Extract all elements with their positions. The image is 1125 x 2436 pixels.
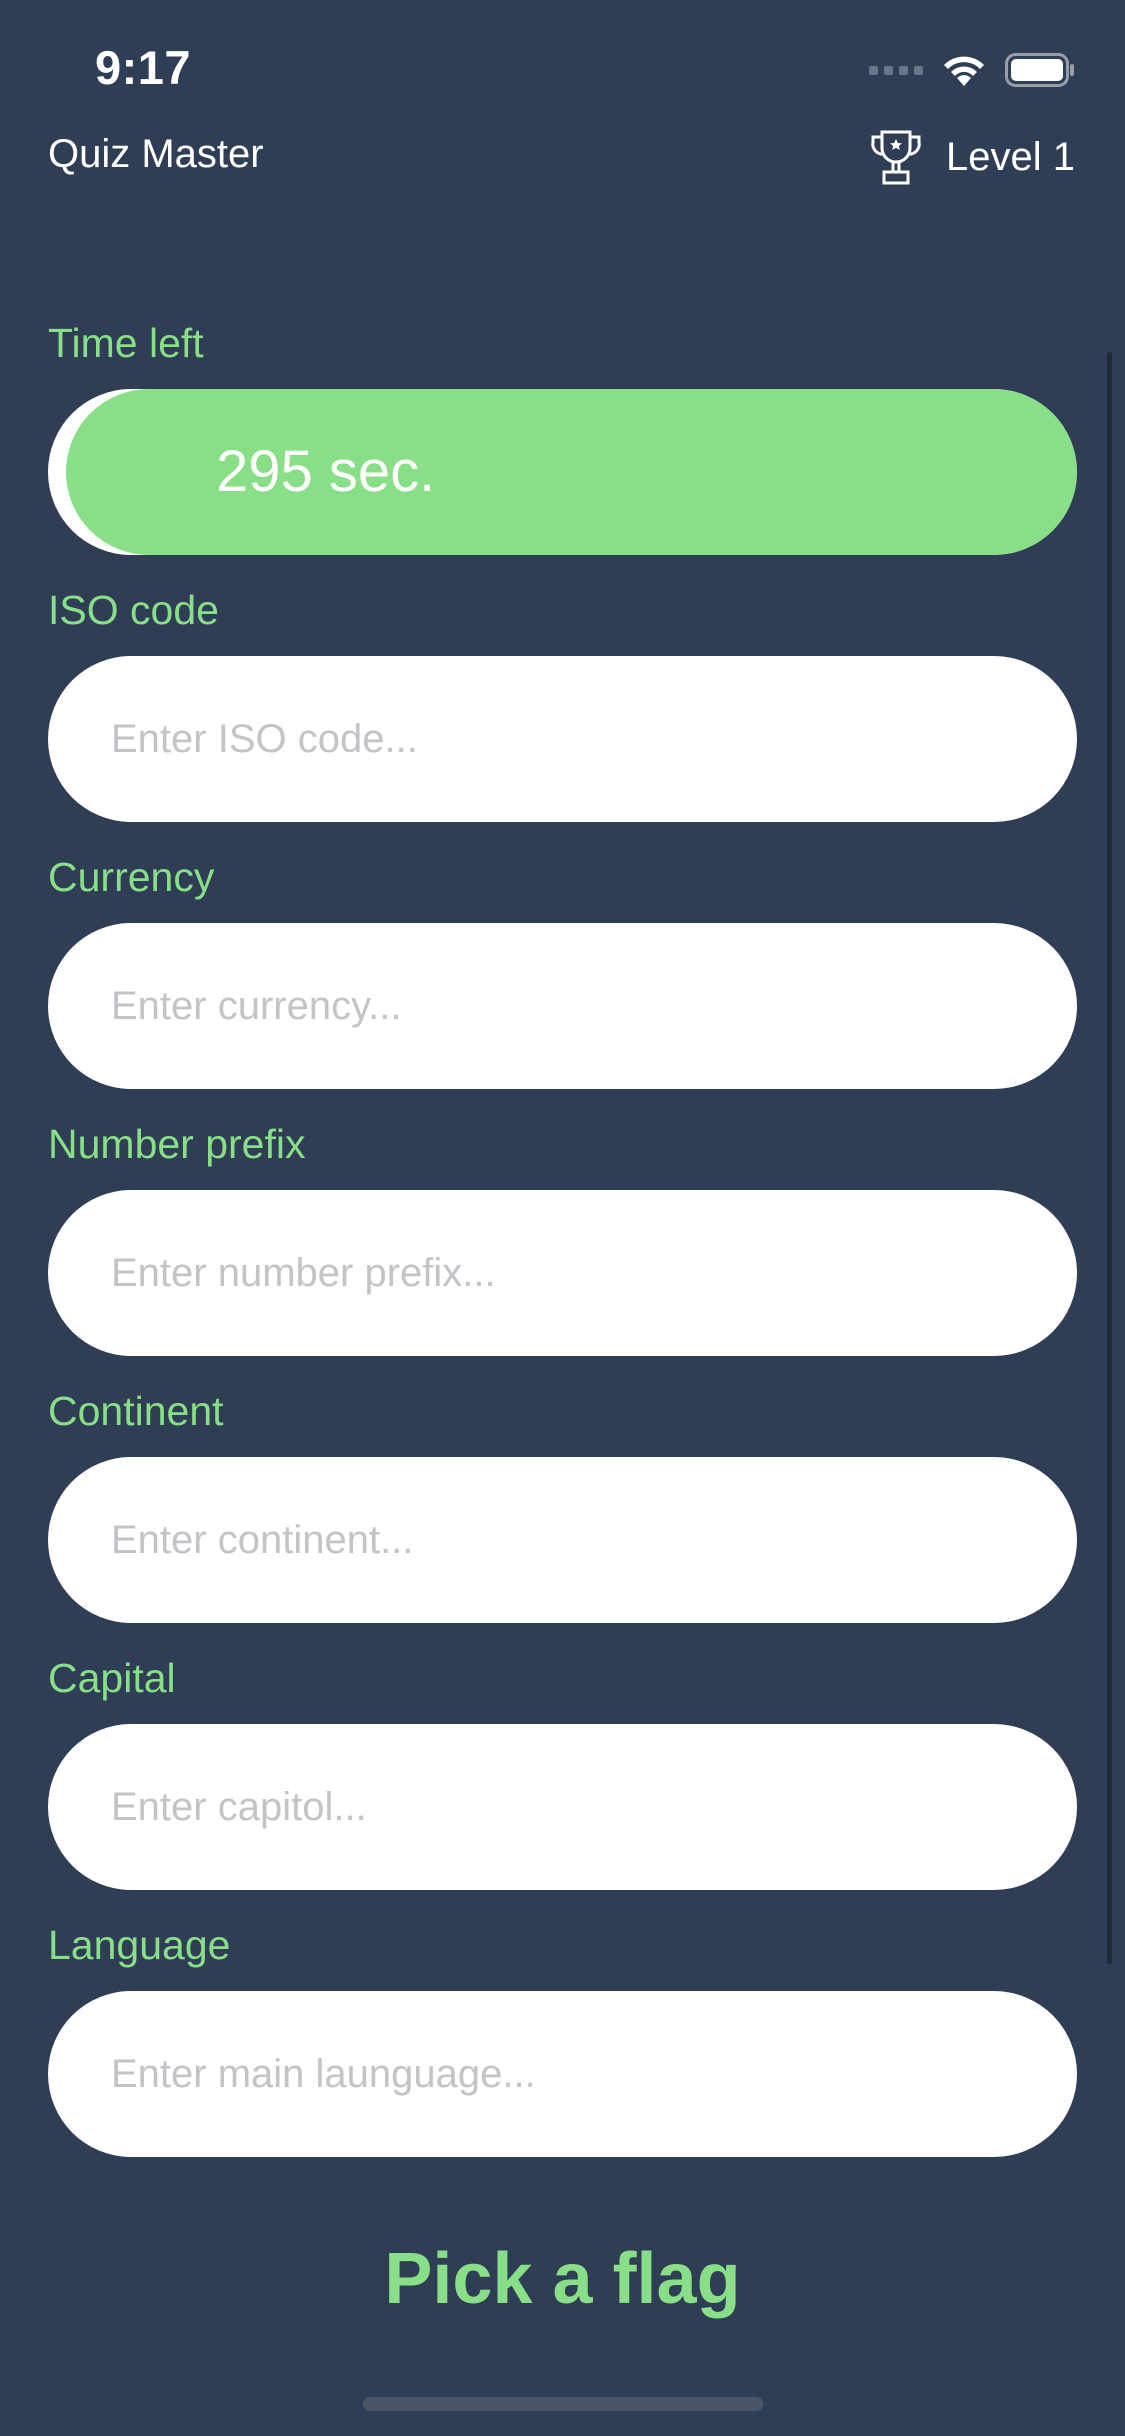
pick-a-flag-button[interactable]: Pick a flag bbox=[0, 2238, 1125, 2320]
currency-input[interactable] bbox=[111, 923, 1011, 1089]
language-input[interactable] bbox=[111, 1991, 1011, 2157]
level-indicator[interactable]: Level 1 bbox=[868, 128, 1075, 186]
number-prefix-label: Number prefix bbox=[48, 1121, 306, 1167]
status-time: 9:17 bbox=[95, 41, 192, 94]
continent-input[interactable] bbox=[111, 1457, 1011, 1623]
language-label: Language bbox=[48, 1922, 231, 1968]
timer-value: 295 sec. bbox=[216, 439, 436, 504]
status-icons bbox=[869, 52, 1075, 88]
app-title: Quiz Master bbox=[48, 132, 264, 176]
continent-field[interactable] bbox=[48, 1457, 1077, 1623]
time-left-label: Time left bbox=[48, 320, 204, 366]
capital-input[interactable] bbox=[111, 1724, 1011, 1890]
capital-field[interactable] bbox=[48, 1724, 1077, 1890]
home-indicator[interactable] bbox=[363, 2397, 763, 2411]
timer-progress-bar: 295 sec. bbox=[48, 389, 1077, 555]
wifi-icon bbox=[944, 56, 984, 86]
iso-code-field[interactable] bbox=[48, 656, 1077, 822]
capital-label: Capital bbox=[48, 1655, 176, 1701]
currency-field[interactable] bbox=[48, 923, 1077, 1089]
currency-label: Currency bbox=[48, 854, 215, 900]
number-prefix-input[interactable] bbox=[111, 1190, 1011, 1356]
level-label: Level 1 bbox=[946, 134, 1075, 179]
signal-icon bbox=[869, 65, 923, 75]
battery-icon bbox=[1005, 53, 1074, 87]
language-field[interactable] bbox=[48, 1991, 1077, 2157]
iso-code-input[interactable] bbox=[111, 656, 1011, 822]
number-prefix-field[interactable] bbox=[48, 1190, 1077, 1356]
continent-label: Continent bbox=[48, 1388, 224, 1434]
iso-code-label: ISO code bbox=[48, 587, 219, 633]
quiz-screen: 9:17 Quiz Master Level 1 Time left 295 s… bbox=[0, 0, 1125, 2436]
scroll-indicator[interactable] bbox=[1107, 352, 1112, 1964]
trophy-icon bbox=[871, 130, 921, 185]
